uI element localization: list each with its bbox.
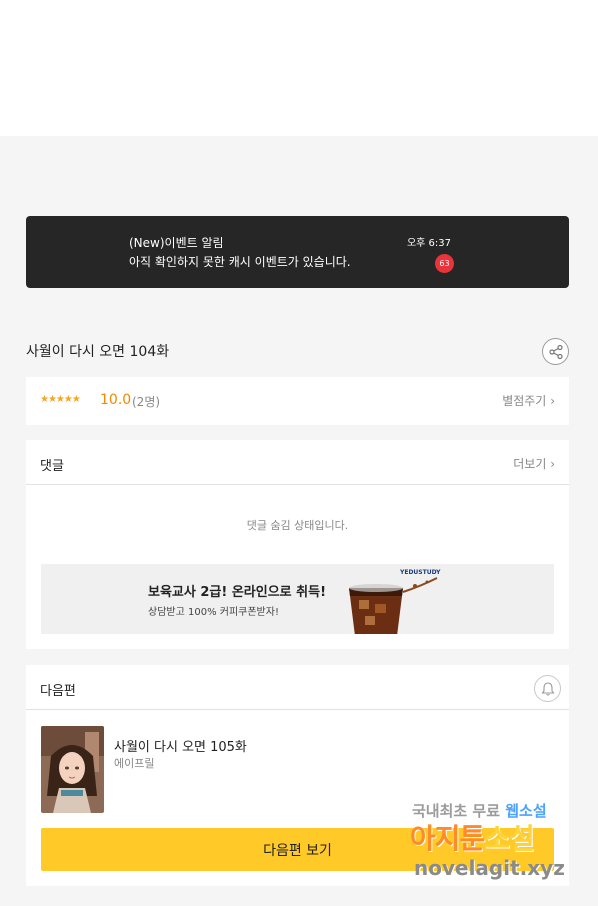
- rate-button[interactable]: 별점주기 ›: [502, 392, 555, 409]
- comment-title: 댓글: [40, 459, 64, 474]
- rate-label: 별점주기: [502, 394, 547, 408]
- watermark-line2: 아지툰소설: [410, 822, 535, 855]
- ad-headline: 보육교사 2급! 온라인으로 취득!: [148, 585, 327, 600]
- next-episode-header: 다음편: [26, 665, 569, 710]
- next-episode-title[interactable]: 사월이 다시 오면 105화: [114, 736, 247, 755]
- rating-card: ★★★★★ 10.0 (2명) 별점주기 ›: [26, 377, 569, 425]
- next-episode-thumbnail[interactable]: [41, 726, 104, 813]
- comment-header: 댓글 더보기 ›: [26, 440, 569, 485]
- notification-message: 아직 확인하지 못한 캐시 이벤트가 있습니다.: [129, 255, 351, 269]
- comment-section: 댓글 더보기 › 댓글 숨김 상태입니다. 보육교사 2급! 온라인으로 취득!…: [26, 440, 569, 649]
- notify-button[interactable]: [534, 675, 561, 702]
- next-episode-author: 에이프릴: [114, 757, 155, 770]
- chevron-right-icon: ›: [550, 457, 555, 471]
- episode-title: 사월이 다시 오면 104화: [26, 344, 170, 360]
- more-label: 더보기: [513, 457, 547, 471]
- bell-icon: [541, 682, 555, 696]
- coffee-cup-image: [349, 577, 438, 634]
- rating-stars: ★★★★★: [40, 394, 81, 405]
- notification-time: 오후 6:37: [406, 238, 451, 249]
- rating-score: 10.0: [100, 392, 132, 408]
- comment-more-button[interactable]: 더보기 ›: [513, 455, 555, 472]
- ad-banner[interactable]: 보육교사 2급! 온라인으로 취득! 상담받고 100% 커피쿠폰받자! YED…: [41, 564, 554, 634]
- top-blank-area: [0, 0, 598, 136]
- notification-title: (New)이벤트 알림: [129, 236, 224, 250]
- rating-count: (2명): [132, 395, 161, 409]
- share-icon: [549, 344, 563, 360]
- watermark-line3: novelagit.xyz: [414, 856, 565, 880]
- ad-subtext: 상담받고 100% 커피쿠폰받자!: [148, 607, 279, 618]
- share-button[interactable]: [542, 338, 569, 365]
- comment-hidden-message: 댓글 숨김 상태입니다.: [246, 519, 349, 532]
- event-notification[interactable]: (New)이벤트 알림 아직 확인하지 못한 캐시 이벤트가 있습니다. 오후 …: [26, 216, 569, 288]
- next-episode-section-title: 다음편: [40, 684, 76, 699]
- notification-badge: 63: [435, 254, 454, 273]
- site-watermark: 국내최초 무료 웹소설 아지툰소설 novelagit.xyz: [410, 800, 580, 886]
- chevron-right-icon: ›: [550, 394, 555, 408]
